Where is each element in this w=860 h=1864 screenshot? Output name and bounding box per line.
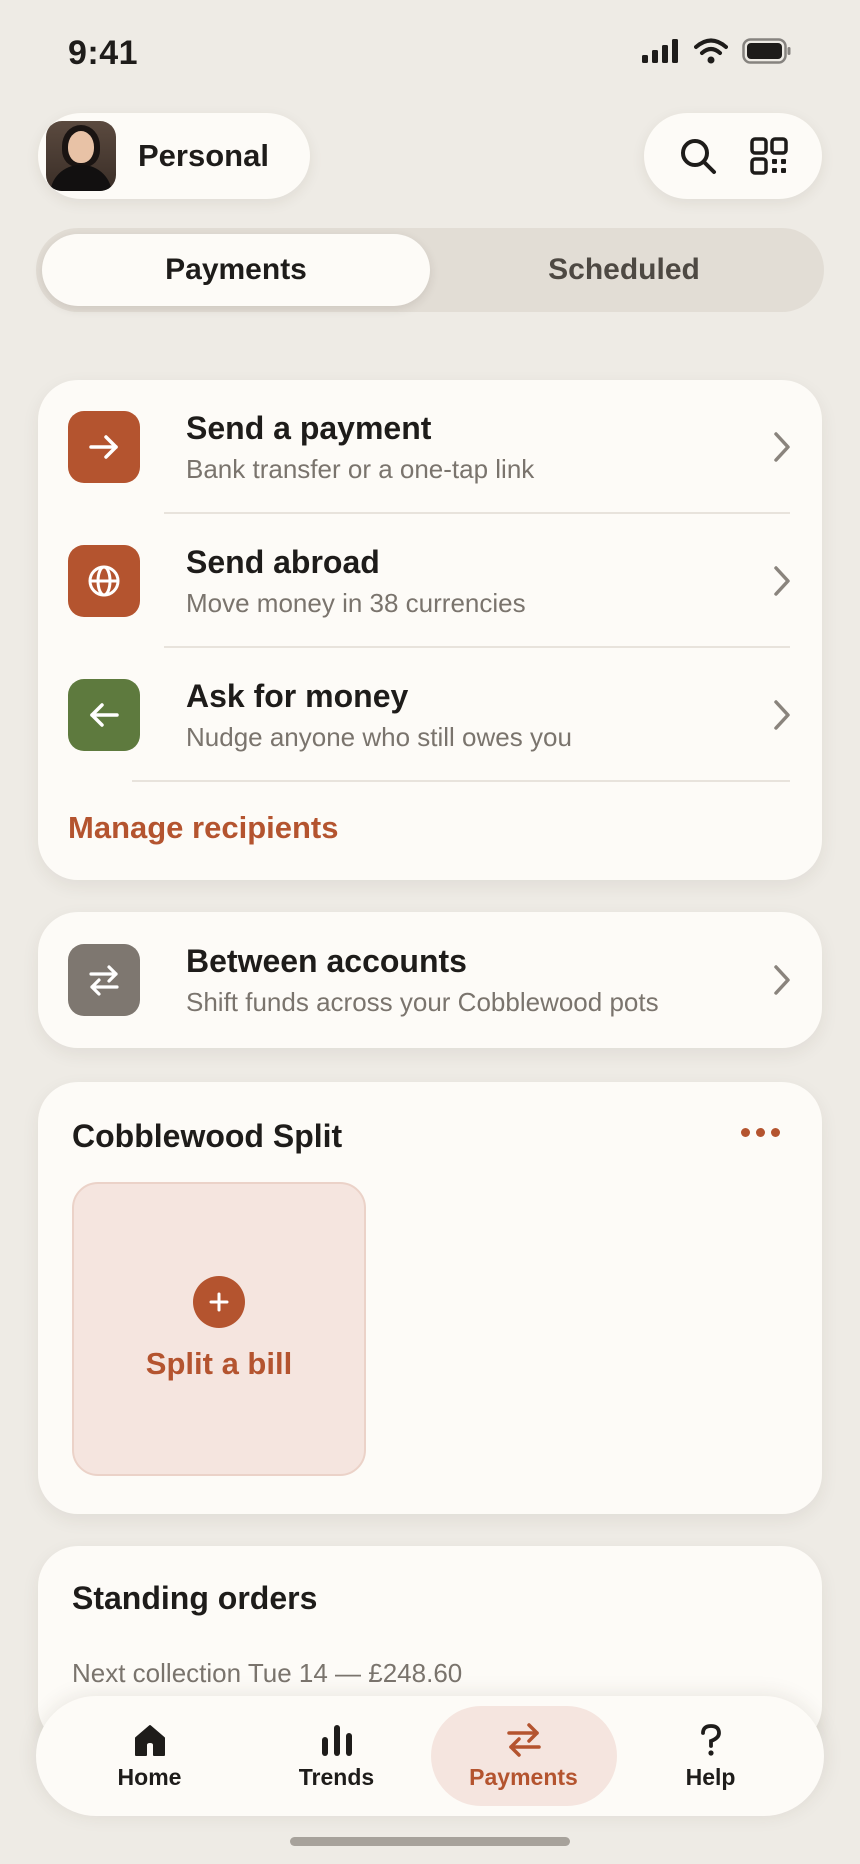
split-a-bill-label: Split a bill	[145, 1346, 293, 1381]
search-icon	[680, 139, 716, 174]
status-time: 9:41	[68, 34, 139, 72]
arrow-right-icon	[89, 435, 118, 459]
manage-recipients-link[interactable]: Manage recipients	[68, 810, 338, 846]
tab-label: Payments	[469, 1763, 578, 1790]
header-actions	[644, 113, 822, 199]
row-subtitle: Nudge anyone who still owes you	[186, 722, 572, 752]
tab-trends[interactable]: Trends	[244, 1706, 430, 1806]
split-a-bill-button[interactable]: Split a bill	[72, 1182, 366, 1476]
between-accounts-icon-tile	[68, 944, 140, 1016]
standing-orders-subtitle: Next collection Tue 14 — £248.60	[72, 1658, 463, 1688]
chevron-right-icon	[774, 566, 790, 596]
tab-payments-nav[interactable]: Payments	[430, 1706, 617, 1806]
payment-options-card: Send a payment Bank transfer or a one-ta…	[38, 380, 822, 880]
status-icons	[642, 38, 792, 64]
globe-icon	[88, 565, 120, 597]
send-payment-row[interactable]: Send a payment Bank transfer or a one-ta…	[38, 380, 822, 514]
search-button[interactable]	[673, 131, 723, 181]
send-abroad-row[interactable]: Send abroad Move money in 38 currencies	[38, 514, 822, 648]
tab-help[interactable]: Help	[618, 1706, 804, 1806]
send-payment-icon-tile	[68, 411, 140, 483]
question-icon	[700, 1723, 721, 1756]
tab-label: Help	[685, 1763, 736, 1790]
arrow-left-icon	[90, 703, 119, 727]
chevron-right-icon	[774, 965, 790, 995]
chevron-right-icon	[774, 432, 790, 462]
battery-icon	[742, 38, 791, 64]
row-title: Between accounts	[186, 943, 467, 979]
ask-money-icon-tile	[68, 679, 140, 751]
bar-chart-icon	[321, 1724, 352, 1756]
swap-icon	[506, 1722, 541, 1757]
swap-icon	[89, 965, 119, 996]
row-subtitle: Bank transfer or a one-tap link	[186, 454, 535, 484]
tab-scheduled[interactable]: Scheduled	[430, 234, 818, 306]
account-switcher[interactable]: Personal	[38, 113, 310, 199]
row-subtitle: Move money in 38 currencies	[186, 588, 526, 618]
home-icon	[134, 1724, 165, 1756]
tab-label: Home	[117, 1763, 182, 1790]
qr-code-button[interactable]	[744, 131, 794, 181]
tab-label: Trends	[298, 1763, 375, 1790]
account-label: Personal	[138, 138, 269, 173]
send-abroad-icon-tile	[68, 545, 140, 617]
payments-screen: 9:41 Personal Payments Scheduled Send a …	[0, 0, 860, 1864]
between-accounts-card[interactable]: Between accounts Shift funds across your…	[38, 912, 822, 1048]
segmented-control: Payments Scheduled	[36, 228, 824, 312]
split-title: Cobblewood Split	[72, 1118, 343, 1154]
signal-icon	[642, 39, 678, 63]
plus-icon	[193, 1276, 245, 1328]
between-accounts-row[interactable]: Between accounts Shift funds across your…	[38, 912, 822, 1048]
row-title: Send a payment	[186, 410, 432, 446]
row-subtitle: Shift funds across your Cobblewood pots	[186, 987, 659, 1017]
row-title: Ask for money	[186, 678, 409, 714]
avatar	[46, 121, 116, 191]
wifi-icon	[694, 38, 728, 64]
qr-code-icon	[749, 137, 788, 175]
chevron-right-icon	[774, 700, 790, 730]
standing-orders-title: Standing orders	[72, 1580, 318, 1616]
bottom-tab-bar: Home Trends Payments Help	[36, 1696, 824, 1816]
split-card: Cobblewood Split Split a bill	[38, 1082, 822, 1514]
tab-home[interactable]: Home	[57, 1706, 243, 1806]
tab-payments[interactable]: Payments	[42, 234, 430, 306]
more-options-icon[interactable]	[741, 1128, 780, 1137]
row-title: Send abroad	[186, 544, 380, 580]
home-indicator	[290, 1837, 570, 1846]
ask-for-money-row[interactable]: Ask for money Nudge anyone who still owe…	[38, 648, 822, 782]
